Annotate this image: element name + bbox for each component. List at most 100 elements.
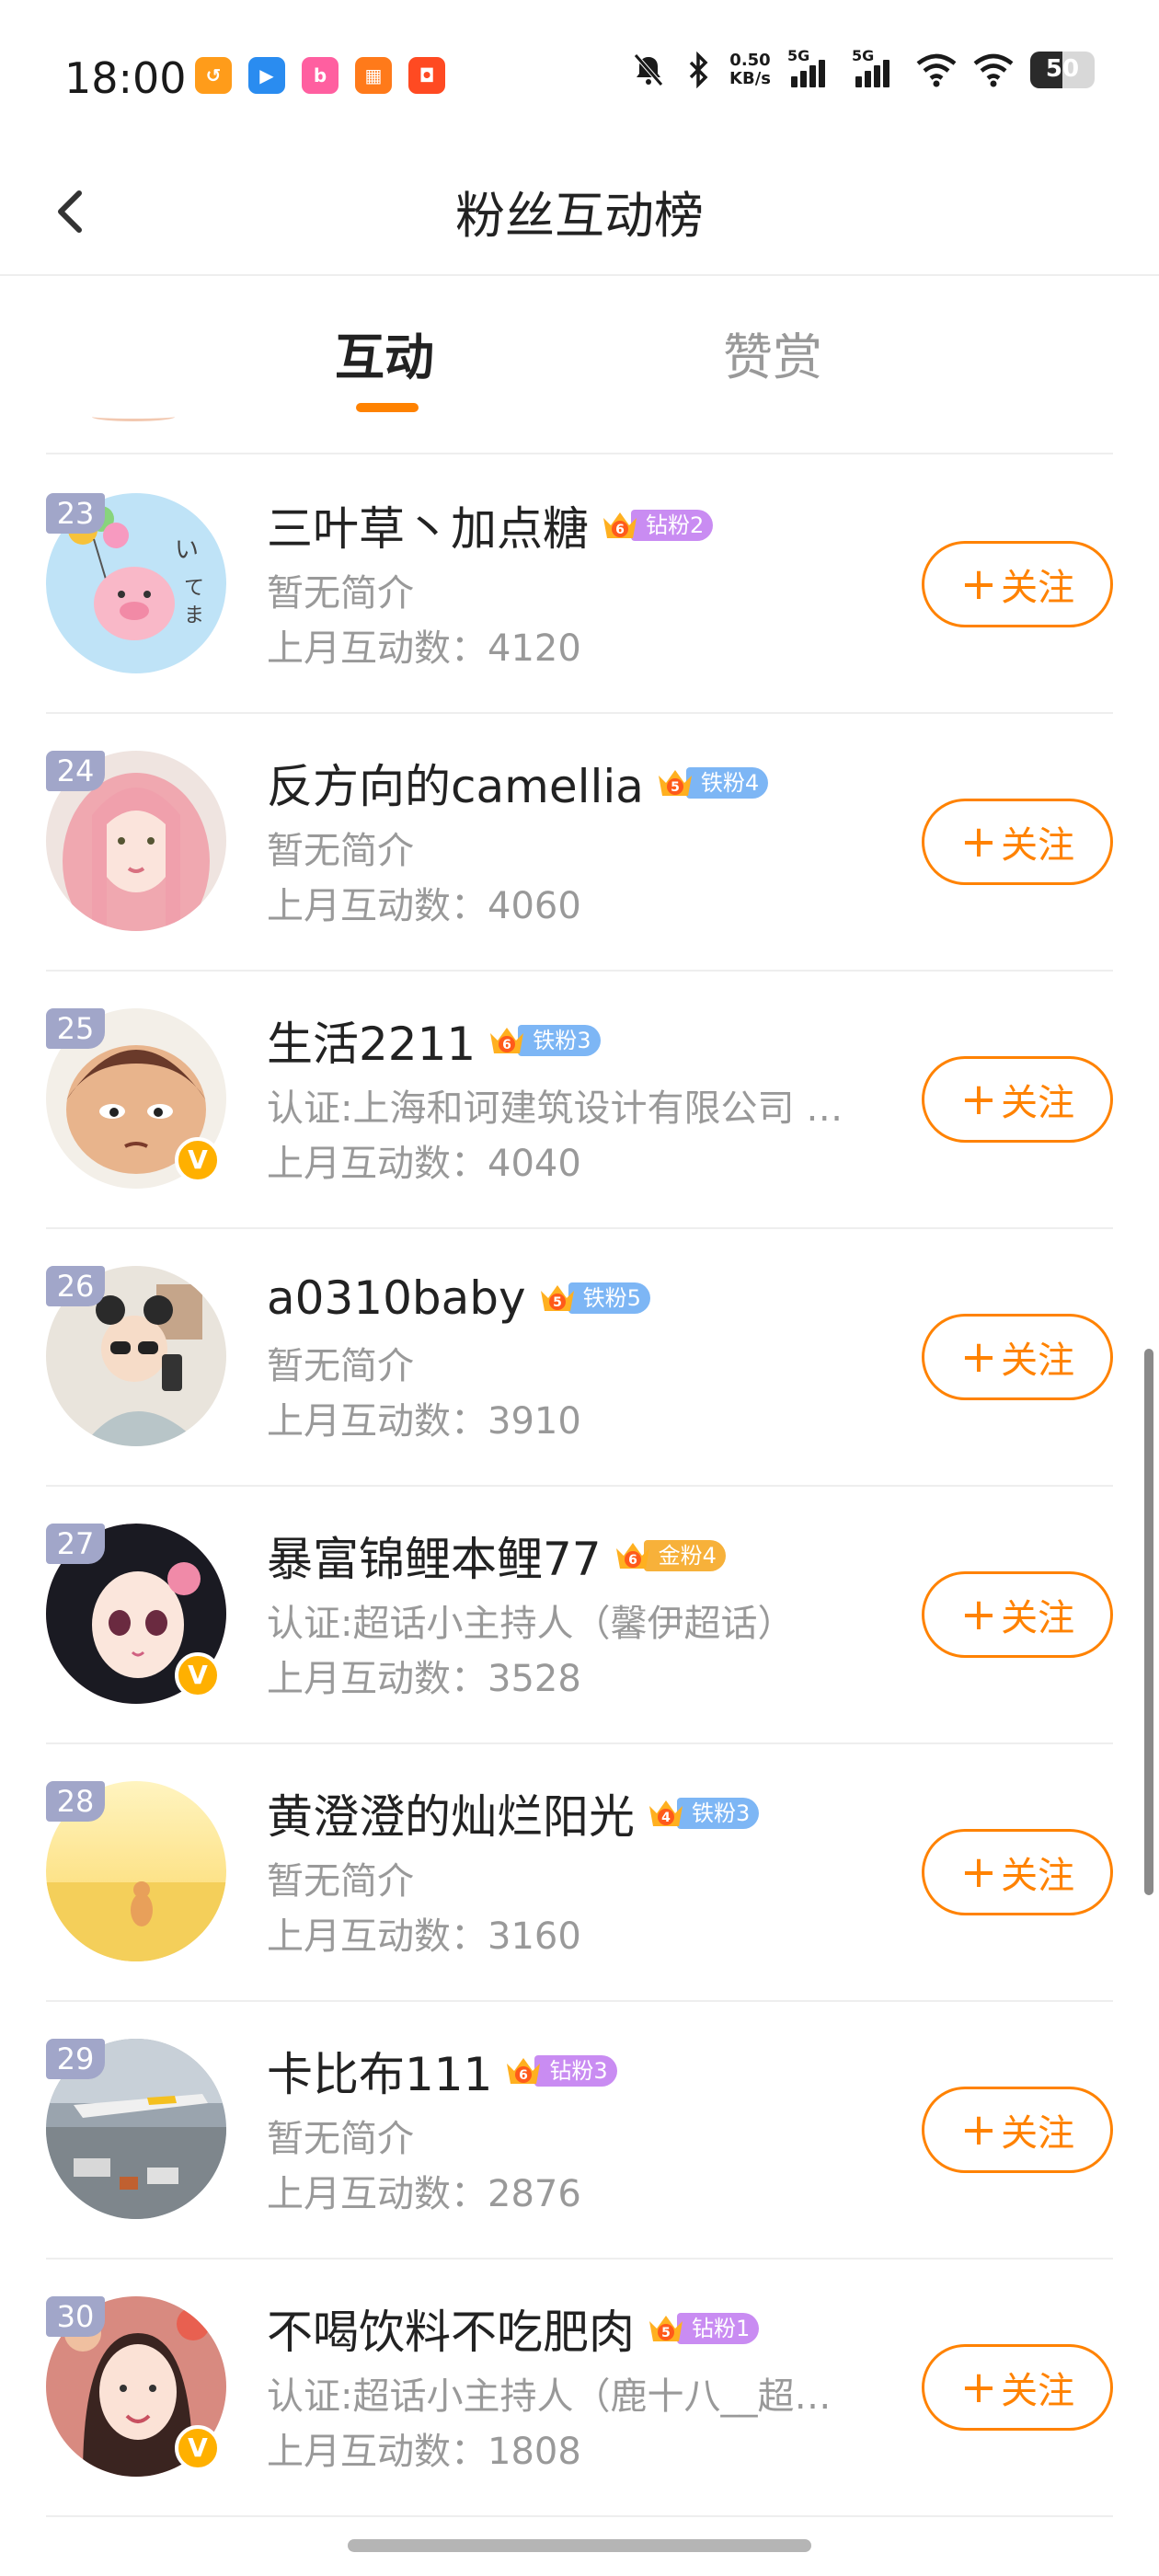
crown-level: 5	[671, 780, 680, 795]
avatar-container[interactable]: いてま 23	[46, 493, 226, 673]
list-item[interactable]: 29 卡比布111 6 钻粉3 暂无简介 上月互动数：2876 + 关注	[46, 2002, 1113, 2260]
list-item[interactable]: 26 a0310baby 5 铁粉5 暂无简介 上月互动数：3910 + 关注	[46, 1229, 1113, 1487]
fan-badge: 6 金粉4	[613, 1535, 726, 1576]
list-item[interactable]: 24 反方向的camellia 5 铁粉4 暂无简介 上月互动数：4060 + 关注	[46, 714, 1113, 972]
interaction-count: 上月互动数：1808	[267, 2421, 929, 2473]
battery-level: 50	[1045, 55, 1080, 83]
count-value: 2876	[488, 2173, 581, 2215]
user-name[interactable]: 卡比布111	[267, 2038, 492, 2104]
divider	[46, 453, 1113, 454]
count-value: 3910	[488, 1400, 581, 1443]
list-item[interactable]: 28 黄澄澄的灿烂阳光 4 铁粉3 暂无简介 上月互动数：3160 + 关注	[46, 1744, 1113, 2002]
rank-badge: 25	[46, 1008, 105, 1049]
list-item[interactable]: いてま 23 三叶草丶加点糖 6 钻粉2 暂无简介 上月互动数：4120 + 关注	[46, 456, 1113, 714]
user-info: 生活2211 6 铁粉3 认证:上海和诃建筑设计有限公司 … 上月互动数：4040	[267, 1008, 929, 1185]
fan-badge: 6 钻粉2	[600, 505, 714, 546]
rank-badge: 26	[46, 1266, 105, 1306]
user-bio: 认证:超话小主持人（鹿十八__超…	[267, 2375, 832, 2418]
tab-reward[interactable]: 赞赏	[723, 316, 822, 389]
name-line: 卡比布111 6 钻粉3	[267, 2039, 929, 2103]
verified-icon: V	[175, 1652, 221, 1698]
rank-badge: 24	[46, 751, 105, 791]
user-name[interactable]: 生活2211	[267, 1007, 476, 1074]
avatar-container[interactable]: 29	[46, 2039, 226, 2219]
user-name[interactable]: 三叶草丶加点糖	[267, 492, 589, 558]
app-a-icon: ↺	[195, 57, 232, 94]
interaction-count: 上月互动数：4120	[267, 618, 929, 670]
crown-level: 5	[553, 1295, 562, 1310]
interaction-count: 上月互动数：4040	[267, 1133, 929, 1185]
scrollbar[interactable]	[1144, 1349, 1153, 1895]
svg-text:て: て	[184, 577, 204, 600]
rank-badge: 28	[46, 1781, 105, 1822]
avatar-container[interactable]: 24	[46, 751, 226, 931]
avatar-container[interactable]: 27 V	[46, 1524, 226, 1704]
name-line: 黄澄澄的灿烂阳光 4 铁粉3	[267, 1781, 929, 1846]
list-item[interactable]: 27 V 暴富锦鲤本鲤77 6 金粉4 认证:超话小主持人（馨伊超话） 上月互动数：3528…	[46, 1487, 1113, 1744]
plus-icon: +	[959, 1846, 998, 1898]
name-line: 三叶草丶加点糖 6 钻粉2	[267, 493, 929, 558]
avatar-container[interactable]: 28	[46, 1781, 226, 1961]
net-speed-unit: KB/s	[729, 69, 771, 88]
follow-button[interactable]: + 关注	[922, 2087, 1113, 2173]
crown-level: 6	[628, 1553, 637, 1568]
user-info: a0310baby 5 铁粉5 暂无简介 上月互动数：3910	[267, 1266, 929, 1443]
user-bio: 认证:上海和诃建筑设计有限公司 …	[267, 1087, 843, 1130]
count-label: 上月互动数：	[267, 1658, 488, 1700]
count-label: 上月互动数：	[267, 885, 488, 927]
avatar-container[interactable]: 30 V	[46, 2296, 226, 2477]
avatar-container[interactable]: 26	[46, 1266, 226, 1446]
verified-icon: V	[175, 2425, 221, 2471]
follow-button[interactable]: + 关注	[922, 1056, 1113, 1143]
count-label: 上月互动数：	[267, 2431, 488, 2473]
name-line: a0310baby 5 铁粉5	[267, 1266, 929, 1330]
user-name[interactable]: 不喝饮料不吃肥肉	[267, 2295, 635, 2362]
mute-bell-icon	[634, 53, 663, 86]
partial-previous-avatar	[92, 412, 175, 421]
plus-icon: +	[959, 2104, 998, 2156]
count-value: 4060	[488, 885, 581, 927]
signal1-label: 5G	[787, 47, 810, 64]
rank-badge: 27	[46, 1524, 105, 1564]
rank-badge: 29	[46, 2039, 105, 2079]
follow-button[interactable]: + 关注	[922, 2344, 1113, 2431]
plus-icon: +	[959, 816, 998, 868]
follow-button[interactable]: + 关注	[922, 1571, 1113, 1658]
user-name[interactable]: 反方向的camellia	[267, 750, 644, 816]
follow-button[interactable]: + 关注	[922, 1829, 1113, 1915]
app-b-icon: ▶	[248, 57, 285, 94]
count-value: 3528	[488, 1658, 581, 1700]
follow-button[interactable]: + 关注	[922, 799, 1113, 885]
user-name[interactable]: a0310baby	[267, 1271, 526, 1325]
follow-button[interactable]: + 关注	[922, 1314, 1113, 1400]
user-info: 反方向的camellia 5 铁粉4 暂无简介 上月互动数：4060	[267, 751, 929, 927]
plus-icon: +	[959, 1074, 998, 1125]
wifi-1-icon	[916, 53, 957, 87]
follow-label: 关注	[1001, 1597, 1075, 1639]
crown-icon: 6	[507, 2058, 541, 2084]
crown-icon: 6	[490, 1028, 524, 1053]
user-name[interactable]: 暴富锦鲤本鲤77	[267, 1523, 602, 1589]
follow-label: 关注	[1001, 567, 1075, 609]
home-indicator[interactable]	[348, 2539, 811, 2552]
follow-button[interactable]: + 关注	[922, 541, 1113, 627]
user-bio: 暂无简介	[267, 572, 414, 615]
follow-label: 关注	[1001, 2112, 1075, 2155]
tab-active-indicator	[356, 403, 419, 412]
network-speed: 0.50 KB/s	[729, 52, 771, 88]
page-title: 粉丝互动榜	[455, 187, 704, 245]
list-item[interactable]: 30 V 不喝饮料不吃肥肉 5 钻粉1 认证:超话小主持人（鹿十八__超… 上月互动数：18…	[46, 2260, 1113, 2517]
name-line: 生活2211 6 铁粉3	[267, 1008, 929, 1073]
status-time: 18:00	[64, 53, 187, 103]
user-name[interactable]: 黄澄澄的灿烂阳光	[267, 1780, 635, 1846]
user-info: 卡比布111 6 钻粉3 暂无简介 上月互动数：2876	[267, 2039, 929, 2215]
top-nav: 粉丝互动榜	[0, 147, 1159, 276]
avatar-container[interactable]: 25 V	[46, 1008, 226, 1189]
follow-label: 关注	[1001, 1340, 1075, 1382]
tab-interaction[interactable]: 互动	[335, 316, 434, 389]
list-item[interactable]: 25 V 生活2211 6 铁粉3 认证:上海和诃建筑设计有限公司 … 上月互动数：4040…	[46, 972, 1113, 1229]
plus-icon: +	[959, 2362, 998, 2413]
crown-icon: 5	[540, 1285, 574, 1311]
signal-5g-1-icon: 5G	[787, 47, 835, 87]
status-right: 0.50 KB/s 5G 5G 50	[630, 47, 1095, 88]
